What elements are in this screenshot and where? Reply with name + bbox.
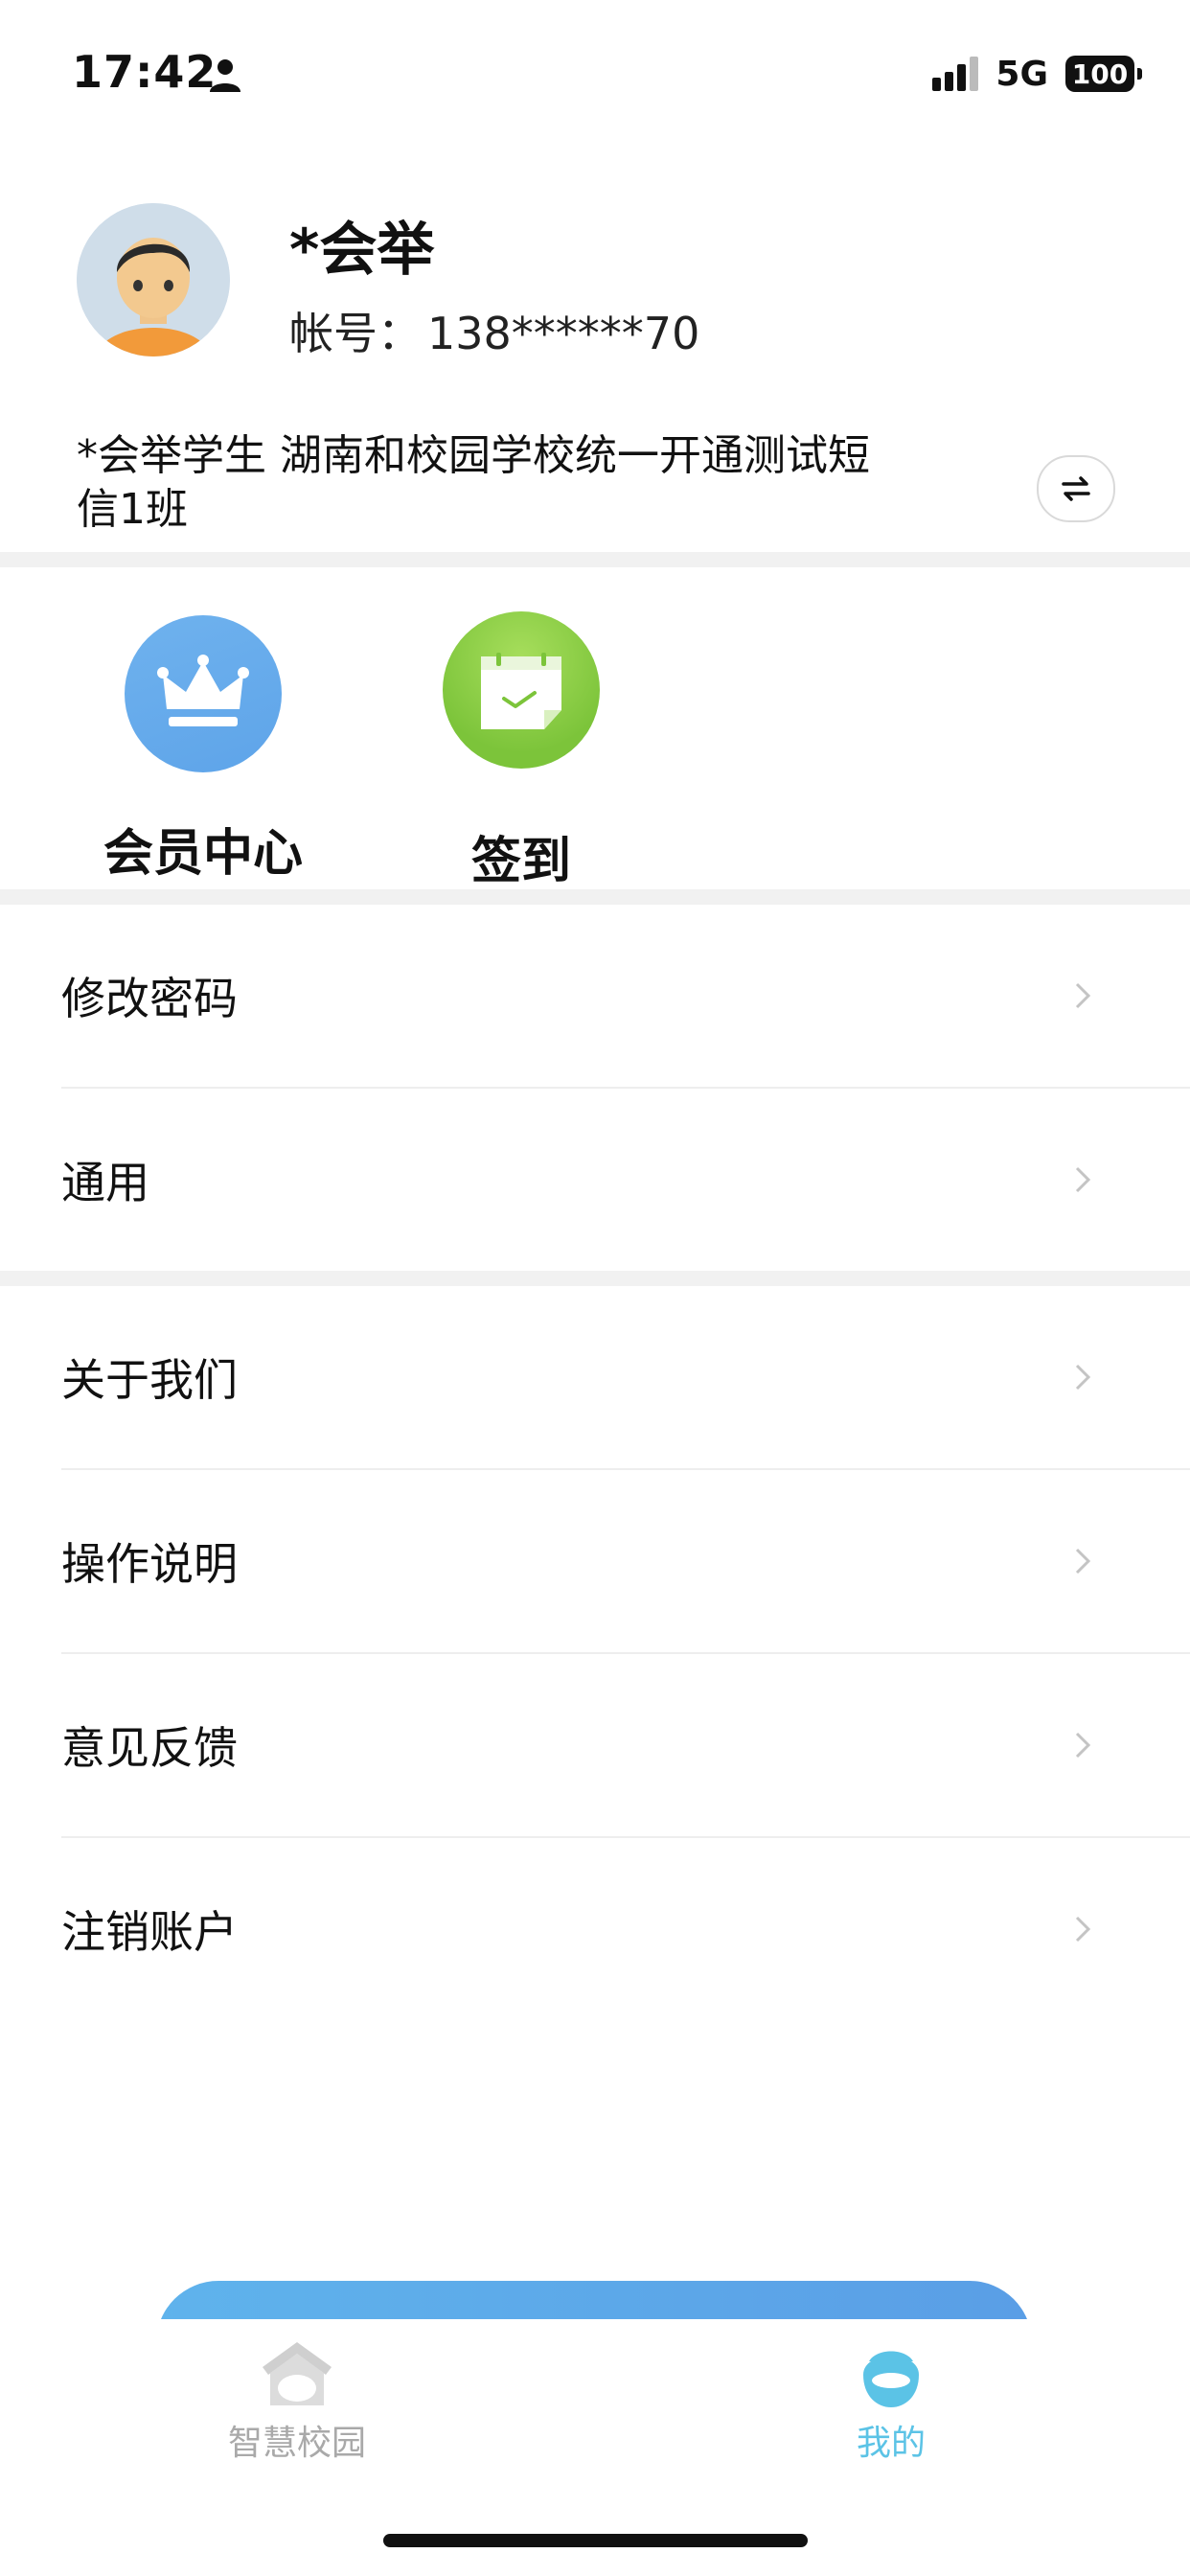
menu-item-label: 意见反馈 (61, 1722, 238, 1774)
account-label: 帐号： (289, 308, 422, 359)
class-info-line2: 信1班 (77, 485, 188, 534)
switch-identity-button[interactable] (1037, 455, 1115, 522)
section-separator (0, 889, 1190, 905)
calendar-check-icon (481, 653, 561, 729)
tab-label: 智慧校园 (227, 2424, 366, 2463)
status-indicators: 5G 100 (932, 50, 1142, 98)
battery-icon: 100 (1065, 56, 1142, 92)
person-icon (210, 59, 240, 92)
checkin-button[interactable] (443, 611, 600, 769)
menu-item-label: 注销账户 (61, 1906, 238, 1958)
battery-level: 100 (1071, 58, 1129, 90)
campus-home-icon (263, 2342, 332, 2405)
tab-mine[interactable]: 我的 (747, 2338, 1035, 2465)
account-number: 帐号： 138******70 (289, 299, 699, 362)
menu-item-label: 关于我们 (61, 1354, 238, 1406)
menu-item-label: 操作说明 (61, 1538, 238, 1590)
menu-item-label: 修改密码 (61, 973, 238, 1024)
user-name: *会举 (289, 217, 435, 284)
chevron-right-icon (1075, 1732, 1091, 1759)
member-center-label[interactable]: 会员中心 (59, 813, 347, 885)
menu-item-general[interactable]: 通用 (0, 1089, 1190, 1271)
member-center-button[interactable] (125, 615, 282, 772)
crown-icon (157, 655, 249, 726)
chevron-right-icon (1075, 1548, 1091, 1575)
menu-item-delete-account[interactable]: 注销账户 (0, 1838, 1190, 2020)
section-separator (0, 1271, 1190, 1286)
menu-item-about-us[interactable]: 关于我们 (0, 1286, 1190, 1468)
status-time: 17:42 (72, 46, 217, 98)
menu-item-feedback[interactable]: 意见反馈 (0, 1654, 1190, 1836)
network-type: 5G (995, 54, 1048, 94)
tab-label: 我的 (856, 2424, 926, 2463)
signal-icon (932, 57, 979, 91)
home-indicator (383, 2534, 808, 2547)
class-info: *会举学生 湖南和校园学校统一开通测试短 信1班 (77, 429, 977, 537)
chevron-right-icon (1075, 1364, 1091, 1391)
menu-item-change-password[interactable]: 修改密码 (0, 905, 1190, 1087)
avatar[interactable] (77, 203, 230, 356)
class-info-line1: *会举学生 湖南和校园学校统一开通测试短 (77, 431, 870, 480)
section-separator (0, 552, 1190, 567)
tab-smart-campus[interactable]: 智慧校园 (153, 2338, 441, 2465)
menu-item-instructions[interactable]: 操作说明 (0, 1470, 1190, 1652)
account-value: 138******70 (427, 308, 700, 359)
menu-item-label: 通用 (61, 1157, 149, 1208)
checkin-label[interactable]: 签到 (378, 820, 665, 892)
avatar-illustration (77, 203, 230, 356)
chevron-right-icon (1075, 1166, 1091, 1193)
profile-face-icon (863, 2351, 919, 2407)
switch-arrows-icon (1062, 476, 1090, 501)
chevron-right-icon (1075, 982, 1091, 1009)
chevron-right-icon (1075, 1916, 1091, 1943)
